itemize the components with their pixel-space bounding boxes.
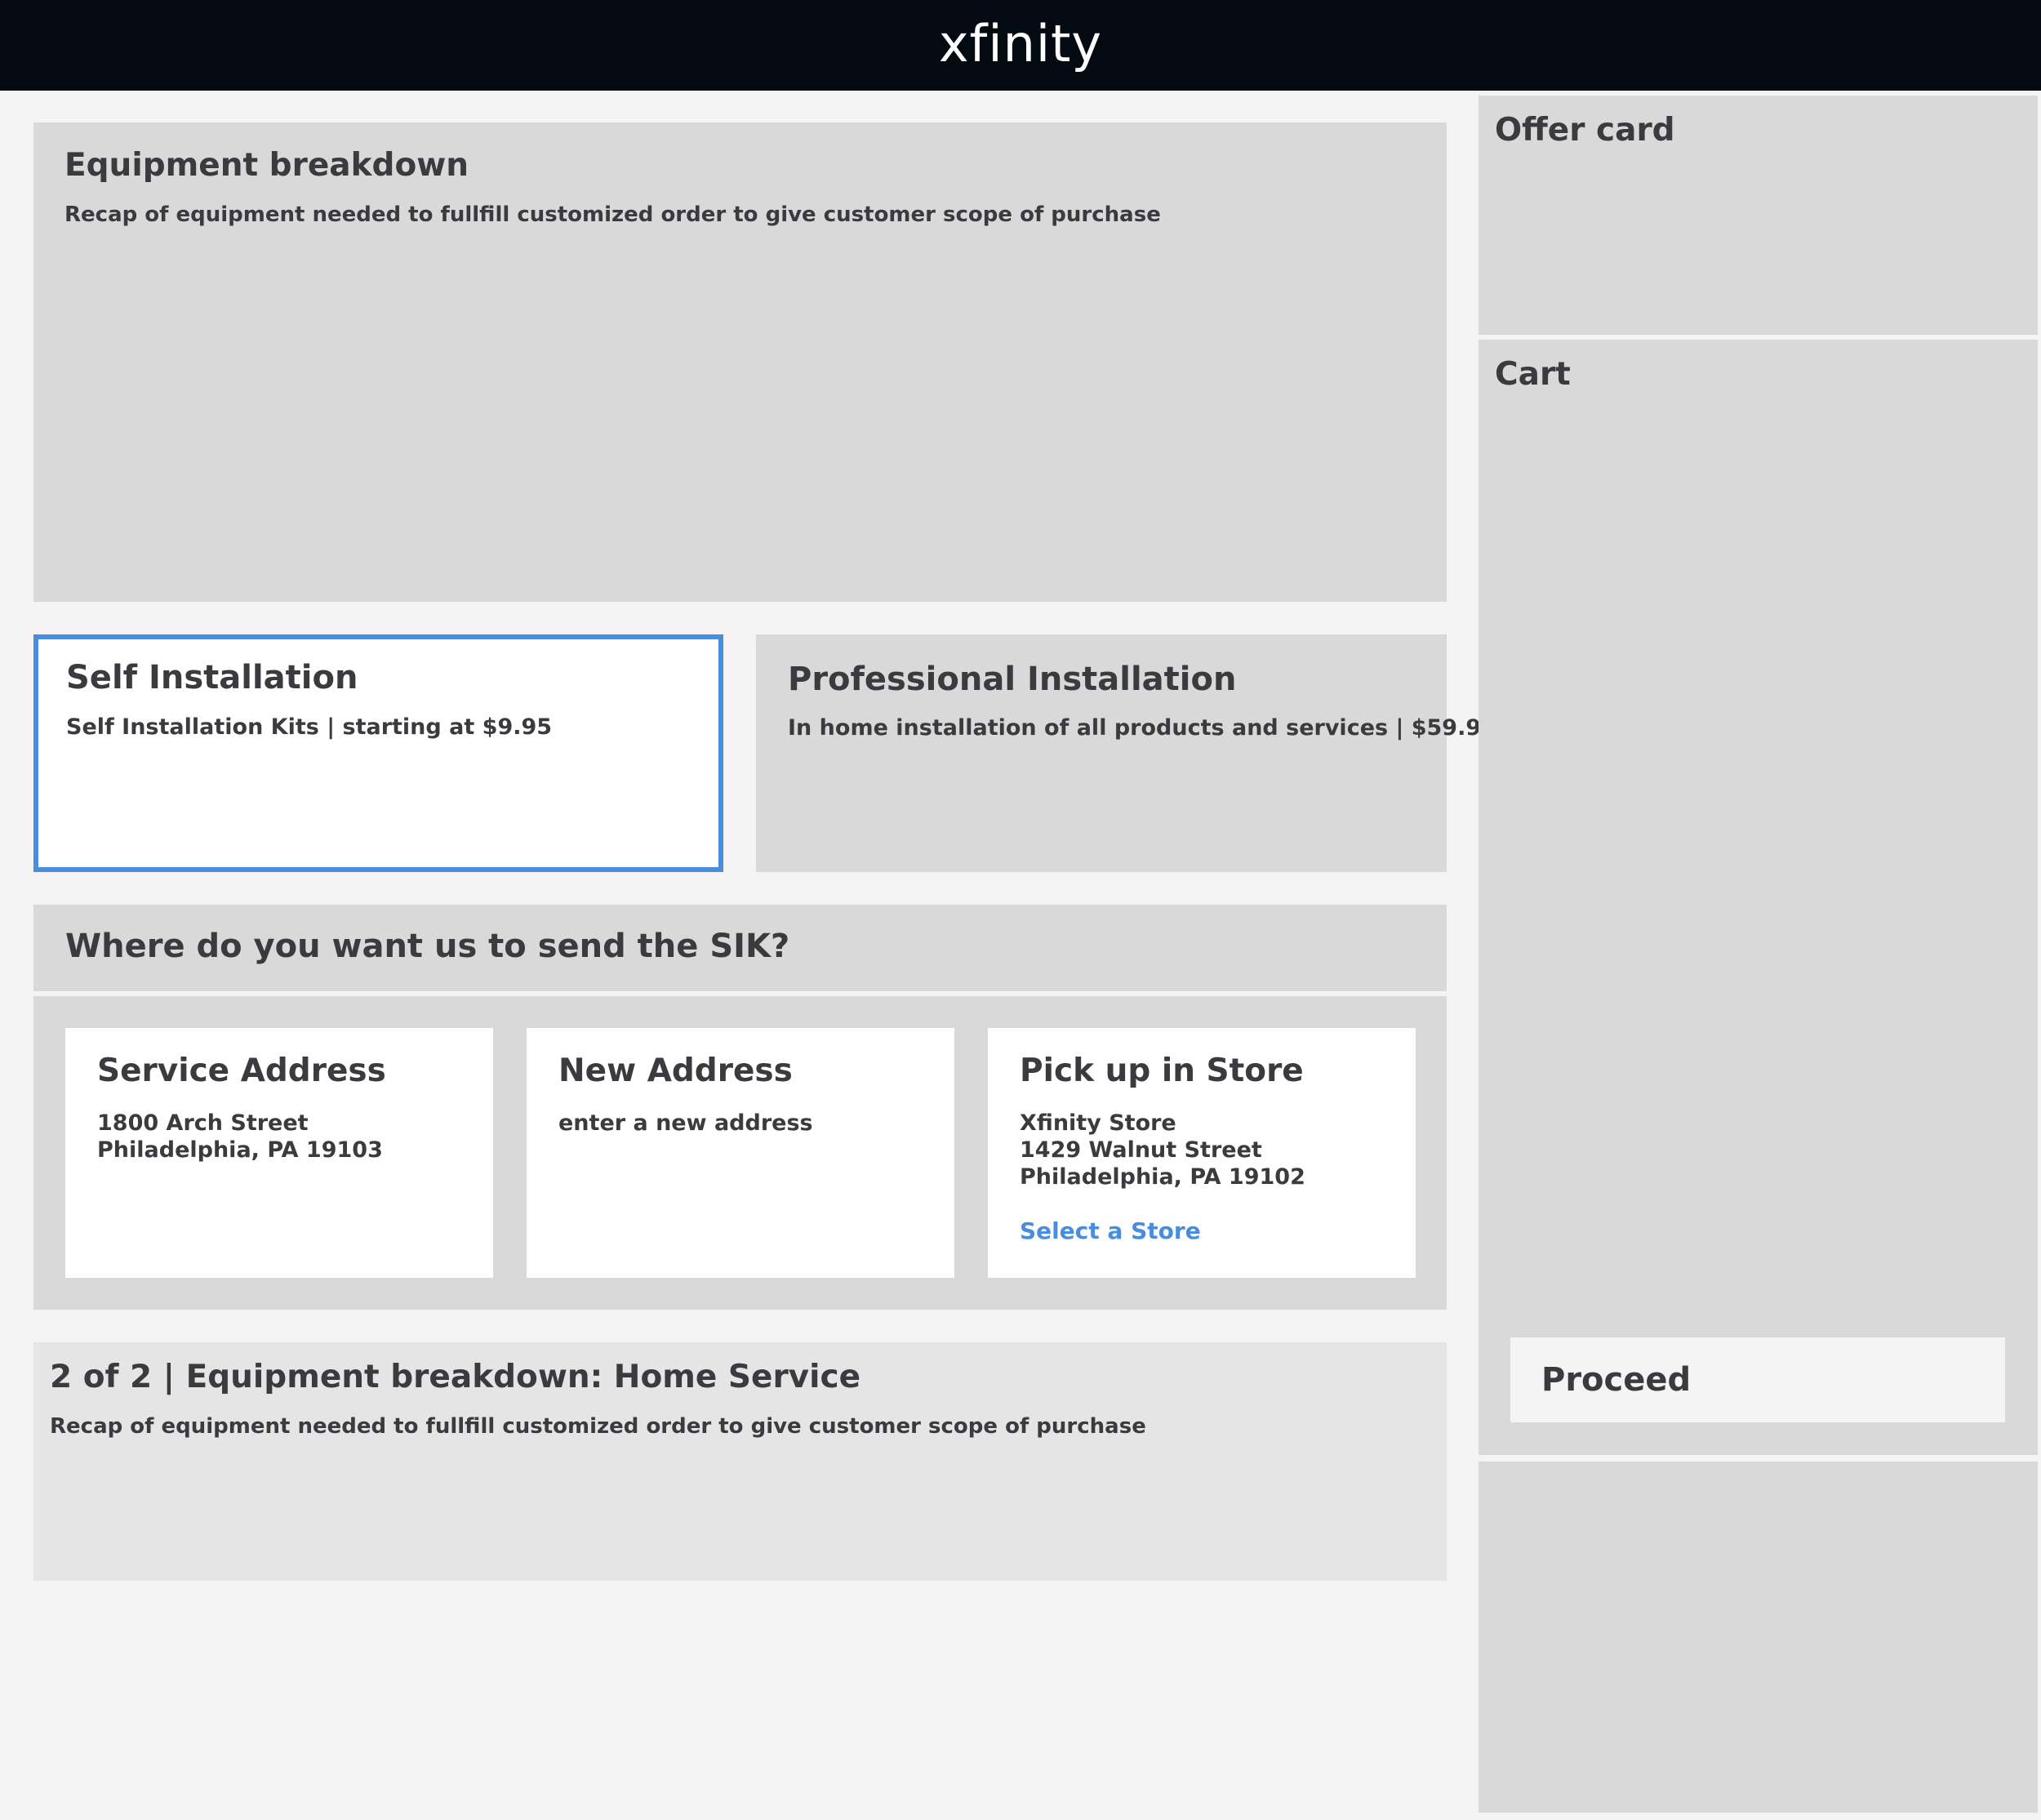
- offer-card-title: Offer card: [1495, 112, 1675, 149]
- equipment-breakdown-panel: Equipment breakdown Recap of equipment n…: [33, 122, 1447, 602]
- service-address-option[interactable]: Service Address 1800 Arch Street Philade…: [65, 1028, 493, 1278]
- new-address-text: enter a new address: [558, 1110, 813, 1137]
- professional-installation-description: In home installation of all products and…: [788, 715, 1496, 741]
- self-installation-title: Self Installation: [66, 659, 358, 696]
- equipment-breakdown-title: Equipment breakdown: [64, 147, 469, 184]
- home-service-equipment-panel: 2 of 2 | Equipment breakdown: Home Servi…: [33, 1342, 1447, 1581]
- offer-card: Offer card: [1479, 96, 2038, 335]
- store-address-text: Xfinity Store 1429 Walnut Street Philade…: [1020, 1110, 1305, 1190]
- store-street: 1429 Walnut Street: [1020, 1137, 1262, 1163]
- shipping-options-container: Service Address 1800 Arch Street Philade…: [33, 996, 1447, 1310]
- self-installation-description: Self Installation Kits | starting at $9.…: [66, 714, 553, 740]
- service-address-city: Philadelphia, PA 19103: [97, 1137, 383, 1163]
- select-a-store-link[interactable]: Select a Store: [1020, 1217, 1201, 1244]
- new-address-option[interactable]: New Address enter a new address: [527, 1028, 954, 1278]
- xfinity-logo[interactable]: xfinity: [0, 11, 2041, 77]
- top-navigation-bar: xfinity: [0, 0, 2041, 91]
- sidebar-placeholder-panel: [1479, 1462, 2038, 1813]
- service-address-text: 1800 Arch Street Philadelphia, PA 19103: [97, 1110, 383, 1164]
- professional-installation-title: Professional Installation: [788, 661, 1237, 698]
- home-service-description: Recap of equipment needed to fullfill cu…: [50, 1414, 1146, 1439]
- home-service-title: 2 of 2 | Equipment breakdown: Home Servi…: [50, 1359, 861, 1395]
- service-address-title: Service Address: [97, 1052, 386, 1089]
- proceed-button[interactable]: Proceed: [1510, 1337, 2005, 1422]
- pickup-in-store-title: Pick up in Store: [1020, 1052, 1304, 1089]
- professional-installation-option[interactable]: Professional Installation In home instal…: [756, 634, 1496, 872]
- self-installation-option[interactable]: Self Installation Self Installation Kits…: [33, 634, 723, 872]
- cart-panel: Cart Proceed: [1479, 340, 2038, 1455]
- service-address-street: 1800 Arch Street: [97, 1110, 309, 1136]
- shipping-question-header: Where do you want us to send the SIK?: [33, 905, 1447, 991]
- store-city: Philadelphia, PA 19102: [1020, 1164, 1305, 1190]
- equipment-breakdown-description: Recap of equipment needed to fullfill cu…: [64, 202, 1161, 227]
- cart-title: Cart: [1495, 356, 1571, 393]
- pickup-in-store-option[interactable]: Pick up in Store Xfinity Store 1429 Waln…: [988, 1028, 1416, 1278]
- shipping-question: Where do you want us to send the SIK?: [65, 928, 790, 965]
- new-address-prompt: enter a new address: [558, 1110, 813, 1136]
- new-address-title: New Address: [558, 1052, 793, 1089]
- store-name: Xfinity Store: [1020, 1110, 1176, 1136]
